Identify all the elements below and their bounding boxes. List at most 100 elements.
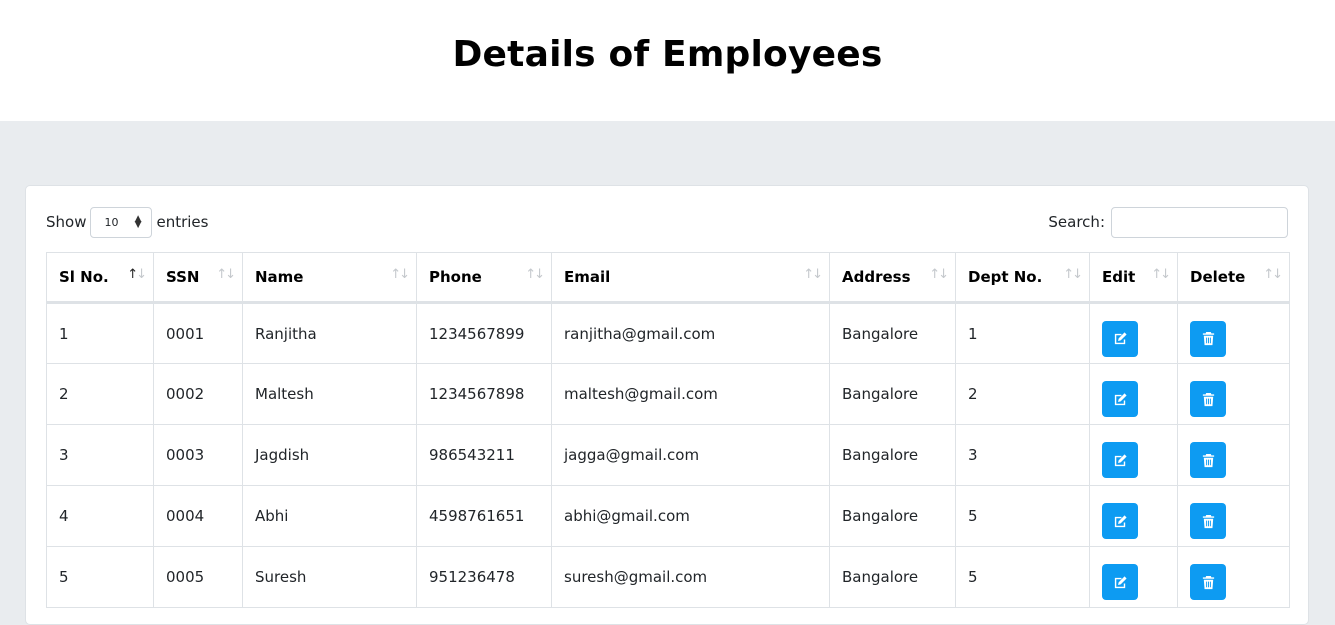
edit-button[interactable] [1102, 442, 1138, 478]
cell-name: Abhi [242, 485, 417, 547]
cell-sl: 5 [46, 546, 154, 608]
column-header-label: SSN [166, 268, 200, 286]
column-header-label: Phone [429, 268, 482, 286]
sort-arrows-icon: ↑↓ [525, 267, 545, 282]
select-caret-icon: ▲ ▼ [134, 214, 142, 230]
trash-icon [1201, 514, 1216, 529]
edit-icon [1113, 392, 1128, 407]
cell-dept: 5 [955, 546, 1090, 608]
cell-email: abhi@gmail.com [551, 485, 830, 547]
search-input[interactable] [1111, 206, 1288, 238]
sort-arrows-icon: ↑↓ [1063, 267, 1083, 282]
table-row: 3 0003 Jagdish 986543211 jagga@gmail.com Bang… [46, 424, 1290, 486]
show-label: Show [46, 213, 87, 231]
cell-name: Ranjitha [242, 302, 417, 364]
sort-arrows-icon: ↑↓ [127, 267, 147, 282]
column-header-delete[interactable]: Delete ↑↓ [1177, 252, 1290, 304]
cell-dept: 2 [955, 363, 1090, 425]
trash-icon [1201, 392, 1216, 407]
delete-button[interactable] [1190, 320, 1226, 357]
cell-ssn: 0001 [153, 302, 243, 364]
cell-name: Maltesh [242, 363, 417, 425]
cell-delete [1177, 485, 1290, 547]
cell-ssn: 0005 [153, 546, 243, 608]
table-controls: Show 10 ▲ ▼ entries Search: [46, 206, 1288, 238]
search-control: Search: [1048, 206, 1288, 238]
edit-icon [1113, 514, 1128, 529]
cell-sl: 2 [46, 363, 154, 425]
cell-sl: 1 [46, 302, 154, 364]
cell-email: ranjitha@gmail.com [551, 302, 830, 364]
column-header-label: Email [564, 268, 611, 286]
edit-button[interactable] [1102, 381, 1138, 417]
cell-address: Bangalore [829, 485, 956, 547]
column-header-label: Address [842, 268, 911, 286]
column-header-dept-no[interactable]: Dept No. ↑↓ [955, 252, 1090, 304]
column-header-label: Dept No. [968, 268, 1043, 286]
cell-edit [1089, 546, 1178, 608]
column-header-label: Edit [1102, 268, 1136, 286]
sort-arrows-icon: ↑↓ [1263, 267, 1283, 282]
cell-name: Suresh [242, 546, 417, 608]
cell-name: Jagdish [242, 424, 417, 486]
cell-address: Bangalore [829, 424, 956, 486]
sort-arrows-icon: ↑↓ [929, 267, 949, 282]
page-title: Details of Employees [452, 34, 883, 75]
cell-address: Bangalore [829, 302, 956, 364]
column-header-label: Sl No. [59, 268, 109, 286]
employees-table: Sl No. ↑↓ SSN ↑↓ Name ↑↓ Phone ↑↓ Email ↑↓ Address… [46, 252, 1290, 608]
delete-button[interactable] [1190, 442, 1226, 478]
sort-arrows-icon: ↑↓ [390, 267, 410, 282]
column-header-phone[interactable]: Phone ↑↓ [416, 252, 552, 304]
cell-delete [1177, 546, 1290, 608]
cell-edit [1089, 424, 1178, 486]
cell-delete [1177, 424, 1290, 486]
page-header: Details of Employees [0, 0, 1335, 121]
column-header-ssn[interactable]: SSN ↑↓ [153, 252, 243, 304]
delete-button[interactable] [1190, 503, 1226, 539]
column-header-edit[interactable]: Edit ↑↓ [1089, 252, 1178, 304]
table-body: 1 0001 Ranjitha 1234567899 ranjitha@gmail.co… [46, 302, 1290, 608]
cell-ssn: 0003 [153, 424, 243, 486]
cell-edit [1089, 485, 1178, 547]
edit-button[interactable] [1102, 564, 1138, 600]
edit-icon [1113, 331, 1128, 346]
column-header-label: Name [255, 268, 304, 286]
column-header-name[interactable]: Name ↑↓ [242, 252, 417, 304]
cell-address: Bangalore [829, 546, 956, 608]
table-row: 2 0002 Maltesh 1234567898 maltesh@gmail.com B… [46, 363, 1290, 425]
edit-button[interactable] [1102, 503, 1138, 539]
cell-phone: 951236478 [416, 546, 552, 608]
column-header-email[interactable]: Email ↑↓ [551, 252, 830, 304]
cell-phone: 4598761651 [416, 485, 552, 547]
cell-ssn: 0004 [153, 485, 243, 547]
cell-ssn: 0002 [153, 363, 243, 425]
delete-button[interactable] [1190, 564, 1226, 600]
sort-arrows-icon: ↑↓ [803, 267, 823, 282]
delete-button[interactable] [1190, 381, 1226, 417]
cell-dept: 3 [955, 424, 1090, 486]
edit-icon [1113, 453, 1128, 468]
edit-icon [1113, 575, 1128, 590]
column-header-label: Delete [1190, 268, 1246, 286]
sort-arrows-icon: ↑↓ [1151, 267, 1171, 282]
entries-select[interactable]: 10 ▲ ▼ [90, 206, 153, 238]
cell-phone: 1234567899 [416, 302, 552, 364]
edit-button[interactable] [1102, 320, 1138, 357]
trash-icon [1201, 331, 1216, 346]
table-row: 5 0005 Suresh 951236478 suresh@gmail.com Bang… [46, 546, 1290, 608]
cell-phone: 1234567898 [416, 363, 552, 425]
cell-dept: 1 [955, 302, 1090, 364]
cell-edit [1089, 302, 1178, 364]
cell-email: maltesh@gmail.com [551, 363, 830, 425]
column-header-sl-no[interactable]: Sl No. ↑↓ [46, 252, 154, 304]
trash-icon [1201, 453, 1216, 468]
cell-phone: 986543211 [416, 424, 552, 486]
table-row: 4 0004 Abhi 4598761651 abhi@gmail.com Bangalo… [46, 485, 1290, 547]
cell-sl: 3 [46, 424, 154, 486]
cell-delete [1177, 302, 1290, 364]
cell-address: Bangalore [829, 363, 956, 425]
column-header-address[interactable]: Address ↑↓ [829, 252, 956, 304]
sort-arrows-icon: ↑↓ [216, 267, 236, 282]
table-header-row: Sl No. ↑↓ SSN ↑↓ Name ↑↓ Phone ↑↓ Email ↑↓ Address… [46, 252, 1290, 304]
